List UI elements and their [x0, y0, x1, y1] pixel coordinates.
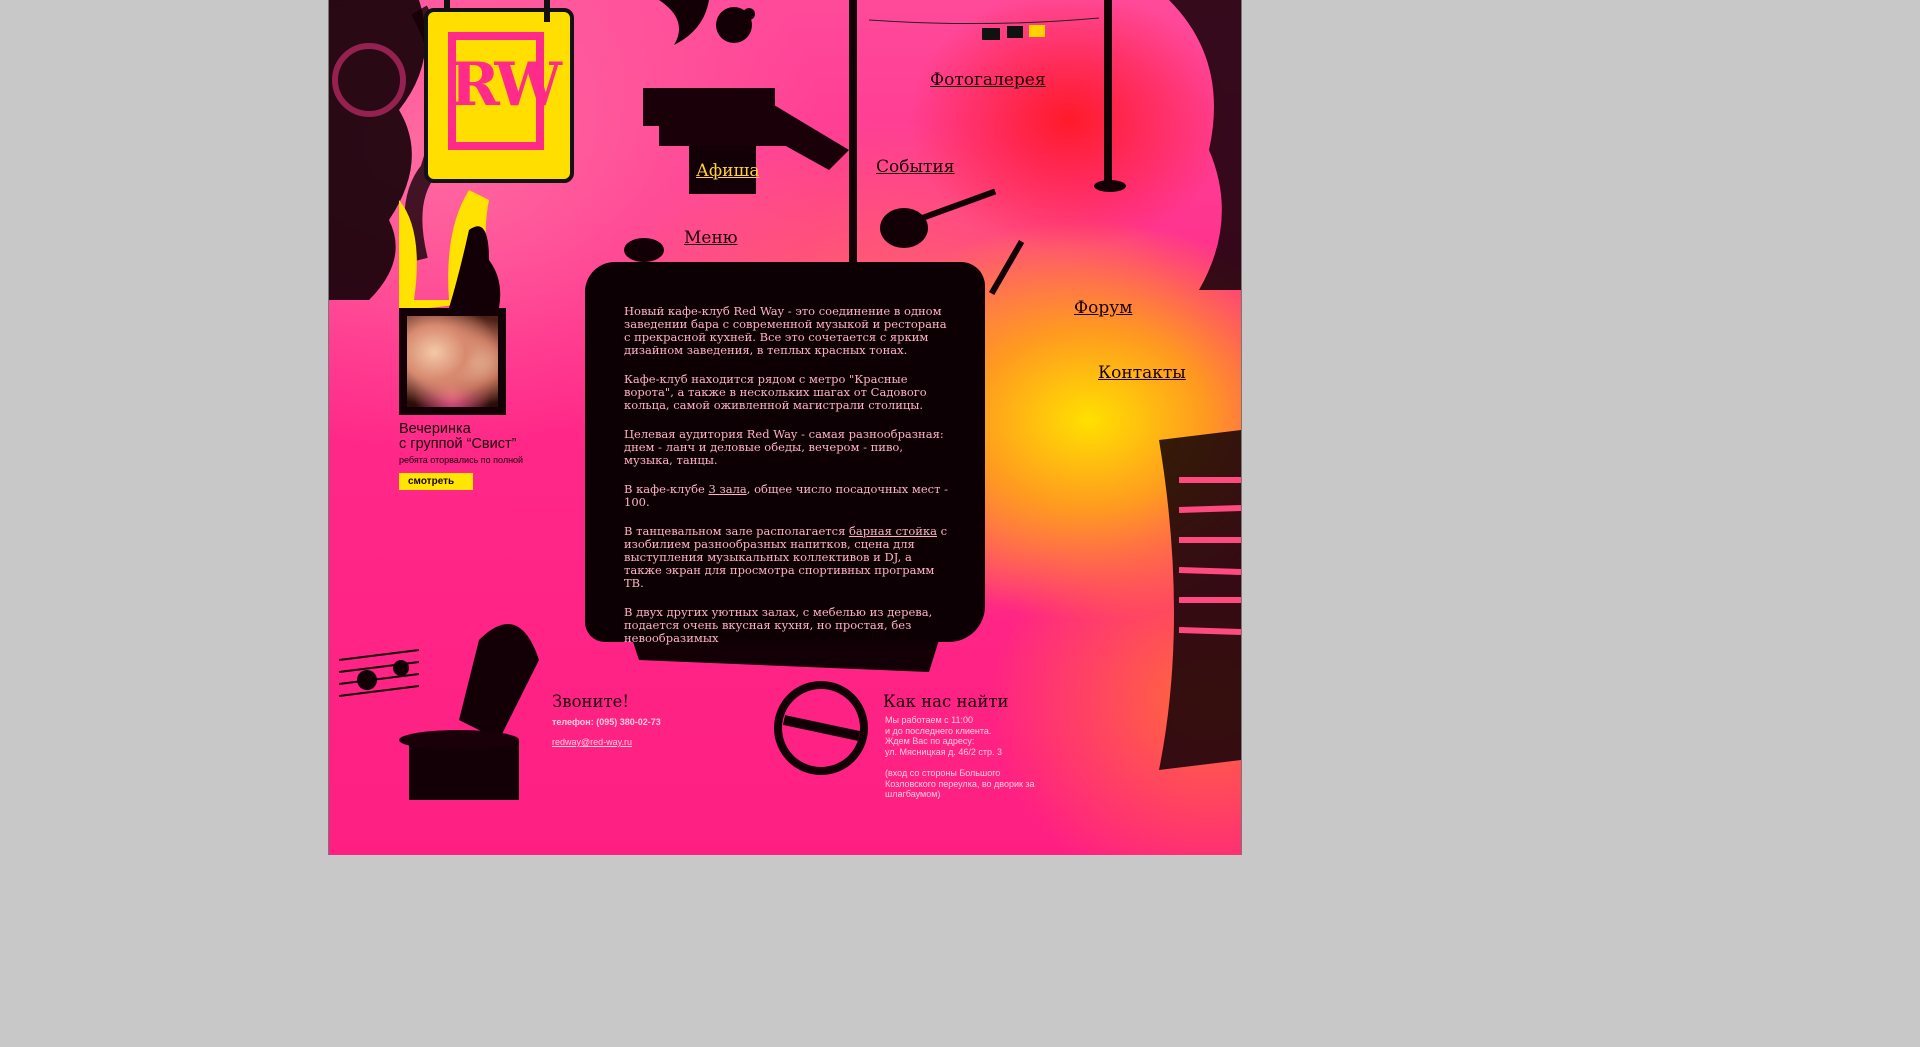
promo-title-line1: Вечеринка [399, 421, 471, 437]
logo[interactable]: RW [424, 8, 574, 183]
find-line: (вход со стороны Большого [885, 767, 1001, 778]
promo-view-button-label: смотреть [408, 476, 455, 487]
content-paragraph: Кафе-клуб находится рядом с метро "Красн… [624, 372, 927, 412]
nav-forum[interactable]: Форум [1074, 298, 1132, 318]
logo-hanger [444, 0, 450, 12]
call-email-link[interactable]: redway@red-way.ru [552, 737, 632, 747]
promo-title-line2: с группой “Свист” [399, 436, 517, 452]
halls-link[interactable]: 3 зала [709, 482, 747, 496]
promo-subtitle: ребята оторвались по полной [399, 455, 524, 465]
call-phone: телефон: (095) 380-02-73 [552, 717, 661, 727]
bar-counter-link[interactable]: барная стойка [849, 524, 937, 538]
content-paragraph: В кафе-клубе 3 зала, общее число посадоч… [624, 482, 949, 509]
nav-afisha[interactable]: Афиша [696, 161, 759, 181]
find-line: ул. Мясницкая д. 46/2 стр. 3 [885, 746, 1002, 757]
promo-photo[interactable] [399, 308, 506, 415]
find-line: и до последнего клиента. [885, 725, 992, 736]
find-line: Ждем Вас по адресу: [885, 736, 975, 747]
content-paragraph: Целевая аудитория Red Way - самая разноо… [624, 427, 944, 467]
nav-contacts[interactable]: Контакты [1098, 363, 1186, 383]
content-paragraph: В танцевальном зале располагается барная… [624, 524, 948, 590]
nav-menu[interactable]: Меню [684, 228, 738, 248]
call-title: Звоните! [552, 692, 630, 711]
nav-events[interactable]: События [876, 157, 954, 177]
find-info: Мы работаем с 11:00 и до последнего клие… [885, 715, 1035, 800]
nav-photogallery[interactable]: Фотогалерея [930, 70, 1046, 90]
find-line: Козловского переулка, во дворик за [885, 778, 1035, 789]
content-text: Новый кафе-клуб Red Way - это соединение… [624, 305, 949, 661]
content-paragraph: Новый кафе-клуб Red Way - это соединение… [624, 304, 947, 357]
find-line: Мы работаем с 11:00 [885, 715, 974, 725]
logo-text: RW [450, 50, 562, 120]
content-paragraph: В двух других уютных залах, с мебелью из… [624, 605, 933, 645]
party-photo-image [407, 316, 498, 407]
promo-view-button[interactable]: смотреть [399, 473, 473, 490]
page-canvas: RW Фотогалерея Афиша События Меню Форум … [328, 0, 1242, 855]
find-line: шлагбаумом) [885, 789, 941, 800]
logo-hanger [544, 0, 550, 22]
find-title: Как нас найти [883, 692, 1009, 711]
